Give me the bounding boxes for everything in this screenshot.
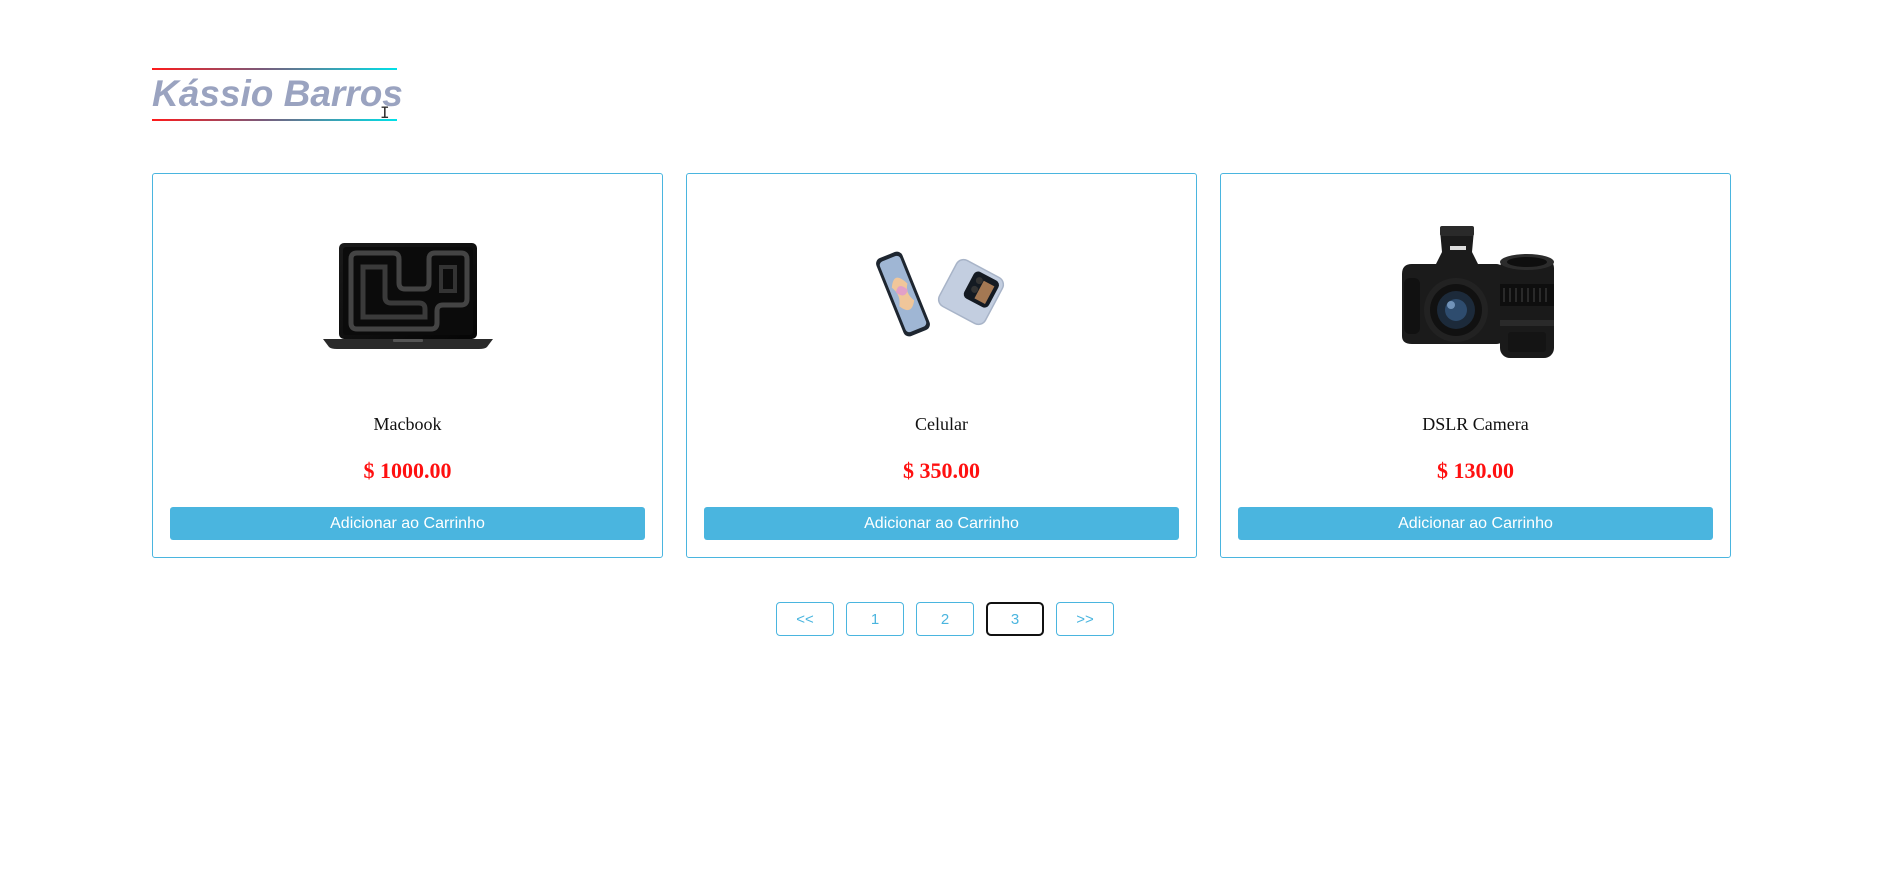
product-name: Celular: [915, 414, 968, 434]
product-card: Celular $ 350.00 Adicionar ao Carrinho: [686, 173, 1197, 558]
pagination-next-button[interactable]: >>: [1056, 602, 1114, 636]
pagination-page-1-button[interactable]: 1: [846, 602, 904, 636]
brand-top-line: [152, 68, 397, 70]
brand-logo: Kássio Barros: [152, 68, 403, 121]
product-image: [153, 204, 662, 384]
foldable-phone-image-icon: [875, 251, 1004, 337]
pagination-page-2-button[interactable]: 2: [916, 602, 974, 636]
pagination-page-3-button[interactable]: 3: [986, 602, 1044, 636]
brand-bottom-line: [152, 119, 397, 121]
product-price: $ 350.00: [903, 458, 980, 483]
pagination-prev-button[interactable]: <<: [776, 602, 834, 636]
product-name: Macbook: [373, 414, 442, 434]
product-price: $ 1000.00: [363, 458, 452, 483]
product-price: $ 130.00: [1437, 458, 1514, 483]
text-cursor-icon: I: [380, 103, 390, 122]
product-card: DSLR Camera $ 130.00 Adicionar ao Carrin…: [1220, 173, 1731, 558]
product-grid: Macbook $ 1000.00 Adicionar ao Carrinho: [152, 173, 1738, 558]
product-image: [1221, 204, 1730, 384]
brand-title: Kássio Barros: [152, 73, 403, 114]
add-to-cart-button[interactable]: Adicionar ao Carrinho: [704, 507, 1179, 540]
add-to-cart-button[interactable]: Adicionar ao Carrinho: [1238, 507, 1713, 540]
product-card: Macbook $ 1000.00 Adicionar ao Carrinho: [152, 173, 663, 558]
camera-image-icon: [1401, 226, 1554, 358]
pagination: << 1 2 3 >>: [776, 602, 1114, 636]
product-image: [687, 204, 1196, 384]
add-to-cart-button[interactable]: Adicionar ao Carrinho: [170, 507, 645, 540]
laptop-image-icon: [322, 243, 493, 349]
product-name: DSLR Camera: [1422, 414, 1529, 434]
